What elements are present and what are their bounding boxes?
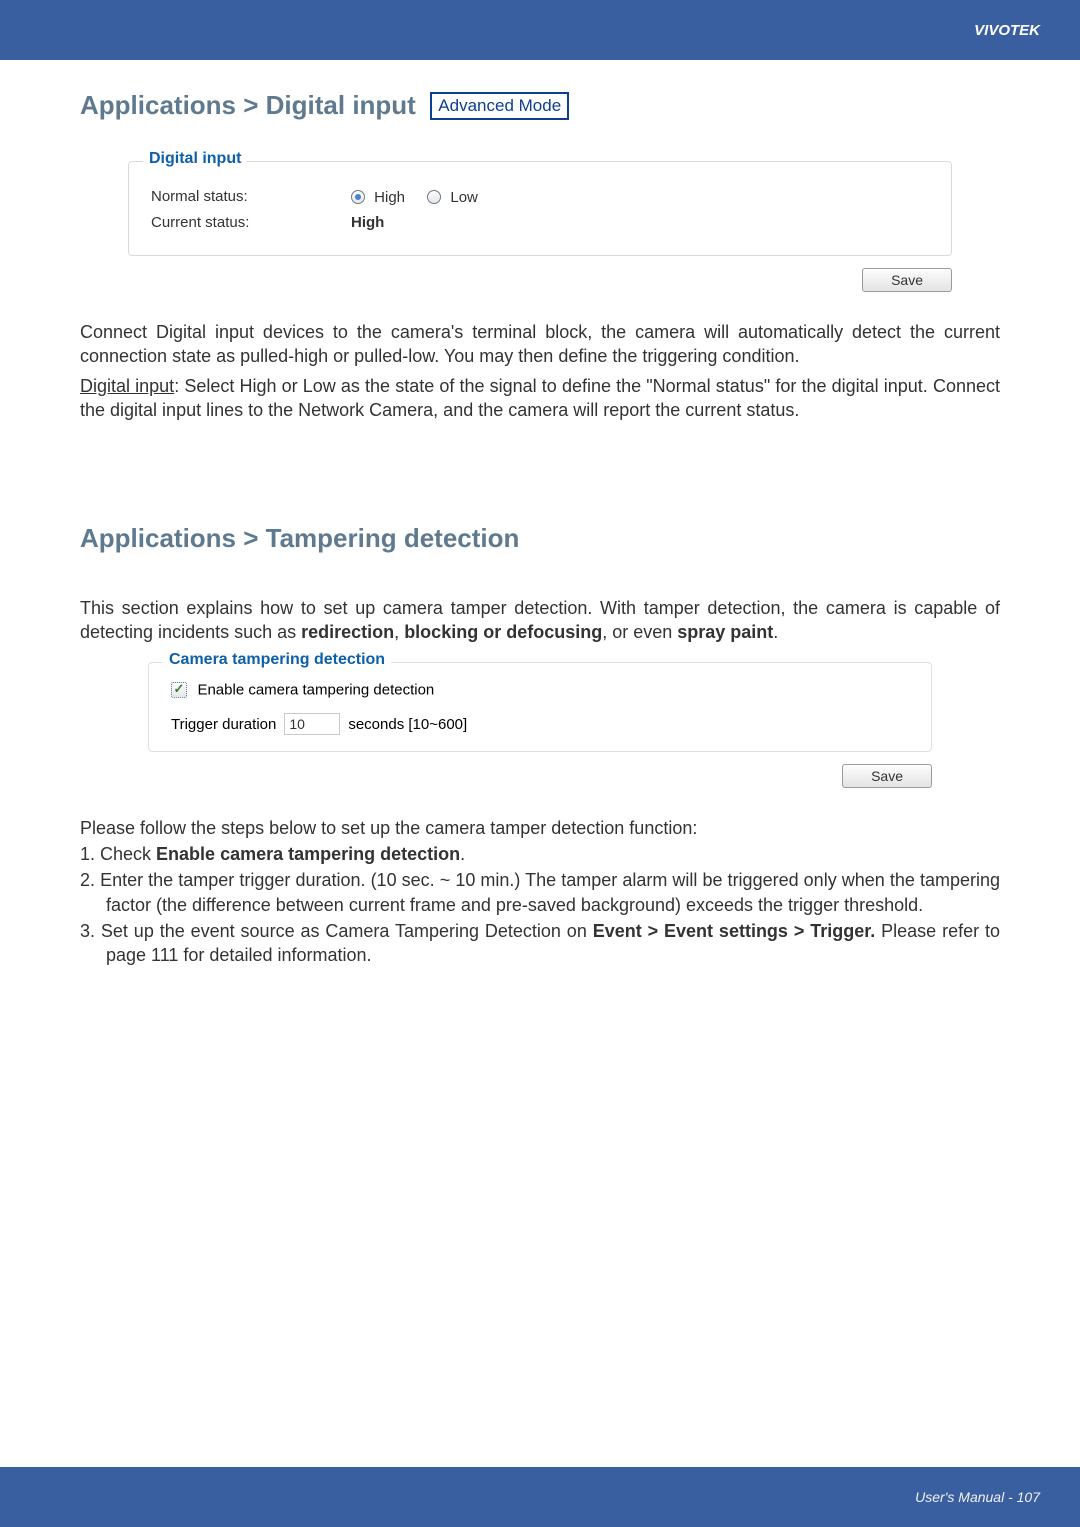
tamper-intro: This section explains how to set up came… <box>80 596 1000 645</box>
radio-low-label: Low <box>450 189 478 206</box>
tamper-steps: Please follow the steps below to set up … <box>80 816 1000 968</box>
tamper-save-row: Save <box>80 764 932 788</box>
header-bar: VIVOTEK <box>0 0 1080 60</box>
step-3: 3. Set up the event source as Camera Tam… <box>80 919 1000 969</box>
enable-tamper-row: Enable camera tampering detection <box>171 681 909 699</box>
page-content: Applications > Digital input Advanced Mo… <box>0 60 1080 968</box>
step-2: 2. Enter the tamper trigger duration. (1… <box>80 868 1000 918</box>
step3-pre: 3. Set up the event source as Camera Tam… <box>80 921 593 941</box>
tamper-fieldset-legend: Camera tampering detection <box>163 651 391 669</box>
section-heading-di: Applications > Digital input <box>80 90 416 121</box>
di-fieldset-legend: Digital input <box>143 150 247 168</box>
save-button-di[interactable]: Save <box>862 268 952 292</box>
tamper-mid2: , or even <box>602 622 677 642</box>
tamper-bold-redirection: redirection <box>301 622 394 642</box>
di-save-row: Save <box>128 268 952 292</box>
save-button-tamper[interactable]: Save <box>842 764 932 788</box>
steps-intro: Please follow the steps below to set up … <box>80 816 1000 841</box>
tamper-fieldset-wrap: Camera tampering detection Enable camera… <box>148 662 932 752</box>
di-para2: Digital input: Select High or Low as the… <box>80 374 1000 423</box>
step-1: 1. Check Enable camera tampering detecti… <box>80 842 1000 867</box>
enable-tamper-checkbox[interactable] <box>171 682 187 698</box>
section-heading-tamper: Applications > Tampering detection <box>80 523 1000 554</box>
advanced-mode-badge: Advanced Mode <box>430 92 569 120</box>
di-para1: Connect Digital input devices to the cam… <box>80 320 1000 369</box>
di-fieldset: Digital input Normal status: High Low Cu… <box>128 161 952 256</box>
tamper-bold-spraypaint: spray paint <box>677 622 773 642</box>
brand-text: VIVOTEK <box>974 22 1040 39</box>
trigger-duration-label: Trigger duration <box>171 716 276 733</box>
trigger-duration-input[interactable] <box>284 713 340 735</box>
footer-bar: User's Manual - 107 <box>0 1467 1080 1527</box>
tamper-bold-blocking: blocking or defocusing <box>404 622 602 642</box>
steps-list: 1. Check Enable camera tampering detecti… <box>80 842 1000 968</box>
step1-bold: Enable camera tampering detection <box>156 844 460 864</box>
trigger-duration-suffix: seconds [10~600] <box>348 716 467 733</box>
normal-status-label: Normal status: <box>151 188 351 205</box>
step1-post: . <box>460 844 465 864</box>
step1-pre: 1. Check <box>80 844 156 864</box>
current-status-value: High <box>351 214 384 231</box>
footer-text: User's Manual - 107 <box>915 1489 1040 1505</box>
tamper-intro-post: . <box>773 622 778 642</box>
step3-bold: Event > Event settings > Trigger. <box>593 921 876 941</box>
di-para2-underline: Digital input <box>80 376 174 396</box>
radio-high-label: High <box>374 189 405 206</box>
normal-status-radios: High Low <box>351 188 496 206</box>
current-status-row: Current status: High <box>151 214 929 231</box>
current-status-label: Current status: <box>151 214 351 231</box>
di-para2-rest: : Select High or Low as the state of the… <box>80 376 1000 420</box>
radio-low[interactable] <box>427 190 441 204</box>
di-fieldset-wrap: Digital input Normal status: High Low Cu… <box>128 161 952 256</box>
radio-high[interactable] <box>351 190 365 204</box>
trigger-duration-row: Trigger duration seconds [10~600] <box>171 713 909 735</box>
tamper-fieldset: Camera tampering detection Enable camera… <box>148 662 932 752</box>
section-digital-input: Applications > Digital input Advanced Mo… <box>80 90 1000 423</box>
section-tampering: Applications > Tampering detection This … <box>80 523 1000 969</box>
normal-status-row: Normal status: High Low <box>151 188 929 206</box>
tamper-mid1: , <box>394 622 404 642</box>
enable-tamper-label: Enable camera tampering detection <box>197 682 434 699</box>
